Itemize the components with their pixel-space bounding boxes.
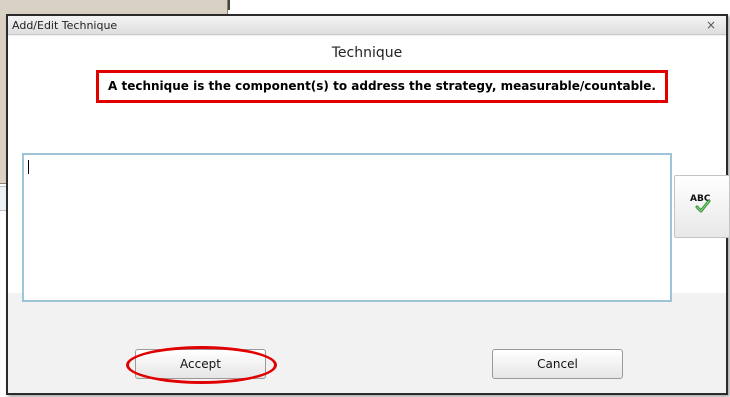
technique-text-field[interactable] <box>22 153 672 302</box>
page-title: Technique <box>331 45 403 61</box>
accept-button[interactable]: Accept <box>135 349 266 379</box>
text-caret <box>28 160 29 174</box>
technique-description: A technique is the component(s) to addre… <box>96 70 668 103</box>
dialog-title: Add/Edit Technique <box>12 19 118 32</box>
cancel-button[interactable]: Cancel <box>492 349 623 379</box>
close-icon[interactable]: × <box>704 17 718 33</box>
abc-checkmark-icon <box>695 199 711 213</box>
spellcheck-button[interactable]: ABC <box>674 175 730 238</box>
technique-textarea[interactable] <box>24 155 670 300</box>
background-divider <box>228 0 230 10</box>
add-edit-technique-dialog: Add/Edit Technique × Technique A techniq… <box>6 14 730 395</box>
dialog-titlebar[interactable]: Add/Edit Technique × <box>8 16 726 35</box>
